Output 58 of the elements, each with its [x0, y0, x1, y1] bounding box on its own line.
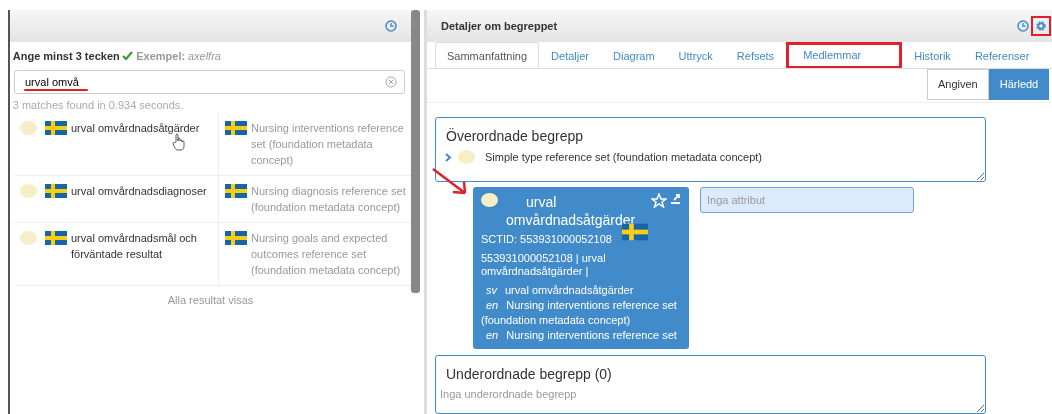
clear-icon[interactable]	[385, 76, 397, 88]
scrollbar[interactable]	[411, 10, 420, 293]
description-text: Nursing goals and expected outcomes reference set (foundation metadata concept)	[251, 231, 402, 279]
flag-icon	[45, 184, 67, 199]
match-status: 3 matches found in 0.934 seconds.	[12, 97, 185, 113]
history-icon[interactable]	[1017, 19, 1029, 32]
tab[interactable]: Uttryck	[666, 41, 725, 70]
expand-icon[interactable]	[444, 152, 452, 162]
term-text[interactable]: urval omvårdnadsåtgärder	[71, 120, 200, 137]
check-icon	[122, 51, 134, 61]
flag-icon	[45, 231, 67, 246]
section-title: Överordnade begrepp	[446, 128, 584, 146]
history-icon[interactable]	[385, 20, 397, 32]
empty-message: Inga underordnade begrepp	[440, 387, 578, 403]
hand-cursor-icon	[172, 133, 186, 152]
toggle-button[interactable]: Angiven	[926, 69, 989, 100]
tab[interactable]: Historik	[902, 41, 963, 70]
tab[interactable]: Diagram	[601, 41, 667, 70]
tab[interactable]: Detaljer	[539, 41, 601, 70]
attributes-field[interactable]: Inga attribut	[700, 187, 914, 214]
flag-icon	[225, 184, 247, 199]
star-icon[interactable]	[651, 193, 668, 209]
flag-icon	[225, 231, 247, 246]
status-dot	[20, 121, 37, 136]
result-term[interactable]: urval omvårdnadsdiagnoser	[14, 176, 219, 224]
flag-icon	[45, 121, 67, 136]
description-text: Nursing interventions reference set (foundation metadata concept)	[251, 121, 405, 169]
term-text[interactable]: urval omvårdnadsdiagnoser	[71, 183, 207, 200]
tab[interactable]: Refsets	[724, 41, 787, 70]
panel-title: Detaljer om begreppet	[441, 18, 558, 34]
tab[interactable]: Medlemmar	[786, 41, 903, 70]
tab[interactable]: Sammanfattning	[435, 41, 540, 70]
description-row-text: en Nursing interventions reference set (foundation metadata concept)	[481, 298, 678, 329]
toggle-button[interactable]: Härledd	[988, 69, 1050, 100]
results-footer: Alla resultat visas	[10, 291, 411, 309]
export-icon[interactable]	[670, 193, 681, 205]
concept-fsn: 553931000052108 | urval omvårdnadsåtgärder |	[481, 251, 607, 278]
example-label: Exempel:	[136, 48, 186, 64]
search-field[interactable]: urval omvå	[14, 70, 405, 94]
description-text: Nursing diagnosis reference set (foundation metadata concept)	[251, 184, 407, 216]
result-term[interactable]: urval omvårdnadsmål och förväntade resultat	[14, 223, 219, 287]
status-dot	[20, 231, 37, 246]
concept-id: SCTID: 553931000052108	[481, 233, 612, 247]
section-title: Underordnade begrepp (0)	[446, 365, 613, 383]
parent-concept[interactable]: Simple type reference set (foundation metadata concept)	[485, 149, 762, 166]
flag-icon	[225, 121, 247, 136]
status-dot	[481, 193, 498, 208]
example-value: axelfra	[187, 48, 221, 64]
search-prompt: Ange minst 3 tecken	[12, 48, 120, 64]
description-row-text: en Nursing interventions reference set	[485, 328, 678, 344]
status-dot	[458, 150, 475, 165]
concept-name: urval omvårdnadsåtgärder	[506, 193, 636, 230]
tab[interactable]: Referenser	[962, 41, 1042, 70]
term-text[interactable]: urval omvårdnadsmål och förväntade resultat	[71, 230, 212, 263]
status-dot	[20, 184, 37, 199]
description-row-text: sv urval omvårdnadsåtgärder	[485, 283, 635, 299]
result-term[interactable]: urval omvårdnadsåtgärder	[14, 113, 219, 177]
concept-card[interactable]	[473, 187, 689, 350]
